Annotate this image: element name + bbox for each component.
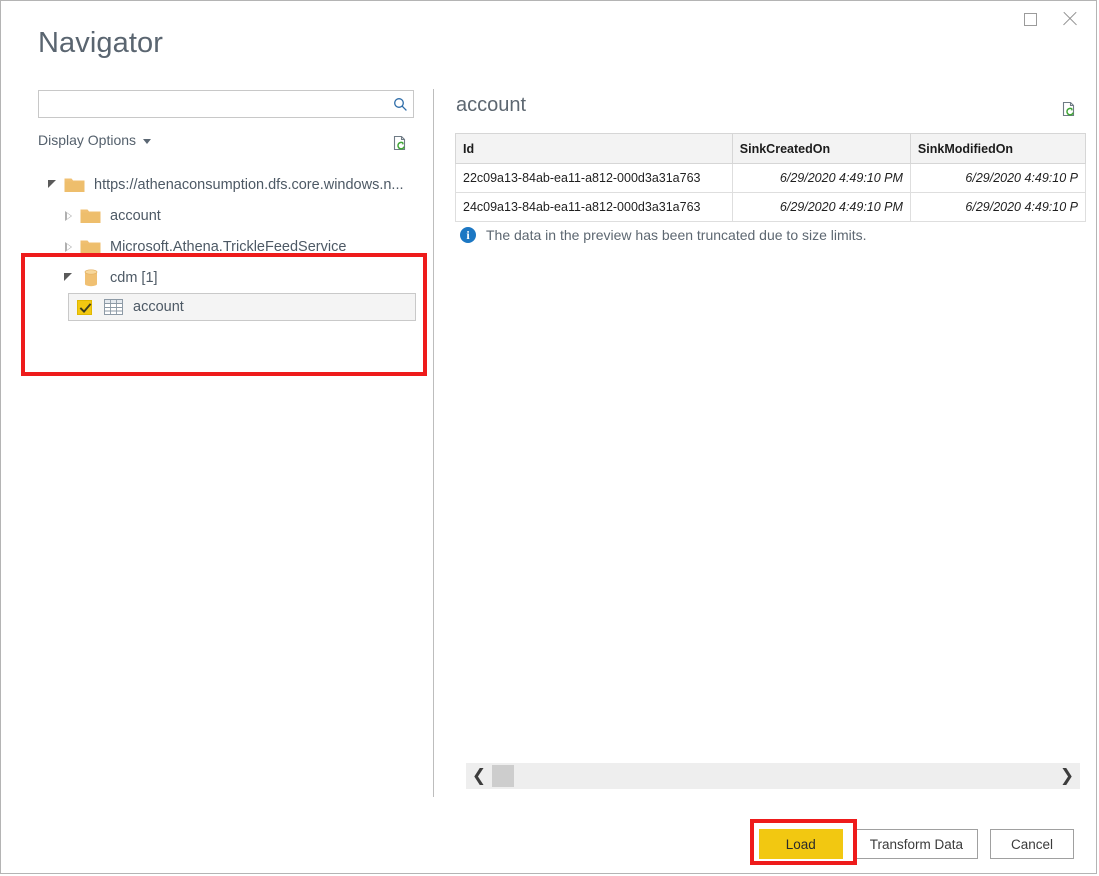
tree-item-label: account [110,207,161,224]
tree-item-label: account [133,299,184,315]
tree-item-label: https://athenaconsumption.dfs.core.windo… [94,176,404,193]
scrollbar-track[interactable] [492,763,1054,789]
folder-icon [80,240,101,254]
preview-table: Id SinkCreatedOn SinkModifiedOn 22c09a13… [455,133,1086,222]
truncation-notice: i The data in the preview has been trunc… [460,227,867,243]
scroll-left-arrow-icon[interactable]: ❮ [466,763,492,789]
database-icon [84,268,98,286]
table-icon [104,299,123,315]
table-row[interactable]: 24c09a13-84ab-ea11-a812-000d3a31a763 6/2… [455,192,1086,222]
expand-triangle-open-icon[interactable] [44,179,60,190]
expand-triangle-closed-icon[interactable] [60,210,76,221]
column-header-id[interactable]: Id [455,133,733,164]
object-tree: https://athenaconsumption.dfs.core.windo… [38,169,416,321]
preview-title: account [456,94,527,116]
column-header-sinkcreatedon[interactable]: SinkCreatedOn [731,133,911,164]
cell-sinkcreatedon: 6/29/2020 4:49:10 PM [731,163,911,193]
tree-item-root[interactable]: https://athenaconsumption.dfs.core.windo… [38,169,416,200]
scroll-right-arrow-icon[interactable]: ❯ [1054,763,1080,789]
display-options-label: Display Options [38,132,137,148]
refresh-page-icon [393,135,405,150]
restore-icon [1023,12,1037,26]
refresh-page-icon [1062,101,1074,116]
column-header-sinkmodifiedon[interactable]: SinkModifiedOn [909,133,1086,164]
dialog-footer: Load Transform Data Cancel [758,829,1074,859]
refresh-button[interactable] [388,131,412,155]
close-icon [1062,11,1078,27]
preview-panel: account Id SinkCreatedOn SinkModifiedOn [434,85,1096,797]
display-options-dropdown[interactable]: Display Options [38,132,152,148]
restore-button[interactable] [1010,4,1050,34]
preview-refresh-button[interactable] [1057,97,1081,121]
title-bar [1,1,1096,37]
cell-id: 22c09a13-84ab-ea11-a812-000d3a31a763 [455,163,733,193]
navigator-dialog: Navigator Display Options https://athena… [0,0,1097,874]
tree-item-account-folder[interactable]: account [38,200,416,231]
table-row[interactable]: 22c09a13-84ab-ea11-a812-000d3a31a763 6/2… [455,163,1086,193]
left-panel: Display Options https://athenaconsumptio… [1,85,433,797]
cell-sinkmodifiedon: 6/29/2020 4:49:10 P [909,163,1086,193]
expand-triangle-closed-icon[interactable] [60,241,76,252]
transform-data-button[interactable]: Transform Data [854,829,978,859]
tree-item-label: cdm [1] [110,269,158,286]
search-box[interactable] [38,90,414,118]
cancel-button[interactable]: Cancel [990,829,1074,859]
folder-icon [64,178,85,192]
cell-id: 24c09a13-84ab-ea11-a812-000d3a31a763 [455,192,733,222]
chevron-down-icon [143,139,152,144]
load-button[interactable]: Load [758,829,843,859]
folder-icon [80,209,101,223]
table-header-row: Id SinkCreatedOn SinkModifiedOn [455,133,1086,164]
truncation-notice-text: The data in the preview has been truncat… [486,227,867,243]
expand-triangle-open-icon[interactable] [60,272,76,283]
tree-item-label: Microsoft.Athena.TrickleFeedService [110,238,347,255]
tree-item-tricklefeed-folder[interactable]: Microsoft.Athena.TrickleFeedService [38,231,416,262]
tree-item-account-table[interactable]: account [68,293,416,321]
tree-item-cdm[interactable]: cdm [1] [38,262,416,293]
page-title: Navigator [38,27,164,59]
scrollbar-thumb[interactable] [492,765,514,787]
close-button[interactable] [1050,4,1090,34]
display-options-row: Display Options [38,132,414,156]
cell-sinkcreatedon: 6/29/2020 4:49:10 PM [731,192,911,222]
cell-sinkmodifiedon: 6/29/2020 4:49:10 P [909,192,1086,222]
info-icon: i [460,227,476,243]
window-controls [1010,1,1090,37]
search-icon[interactable] [387,91,413,117]
horizontal-scrollbar[interactable]: ❮ ❯ [466,763,1080,789]
search-input[interactable] [39,91,387,117]
data-preview-grid: Id SinkCreatedOn SinkModifiedOn 22c09a13… [455,133,1086,222]
account-checkbox[interactable] [77,299,92,315]
